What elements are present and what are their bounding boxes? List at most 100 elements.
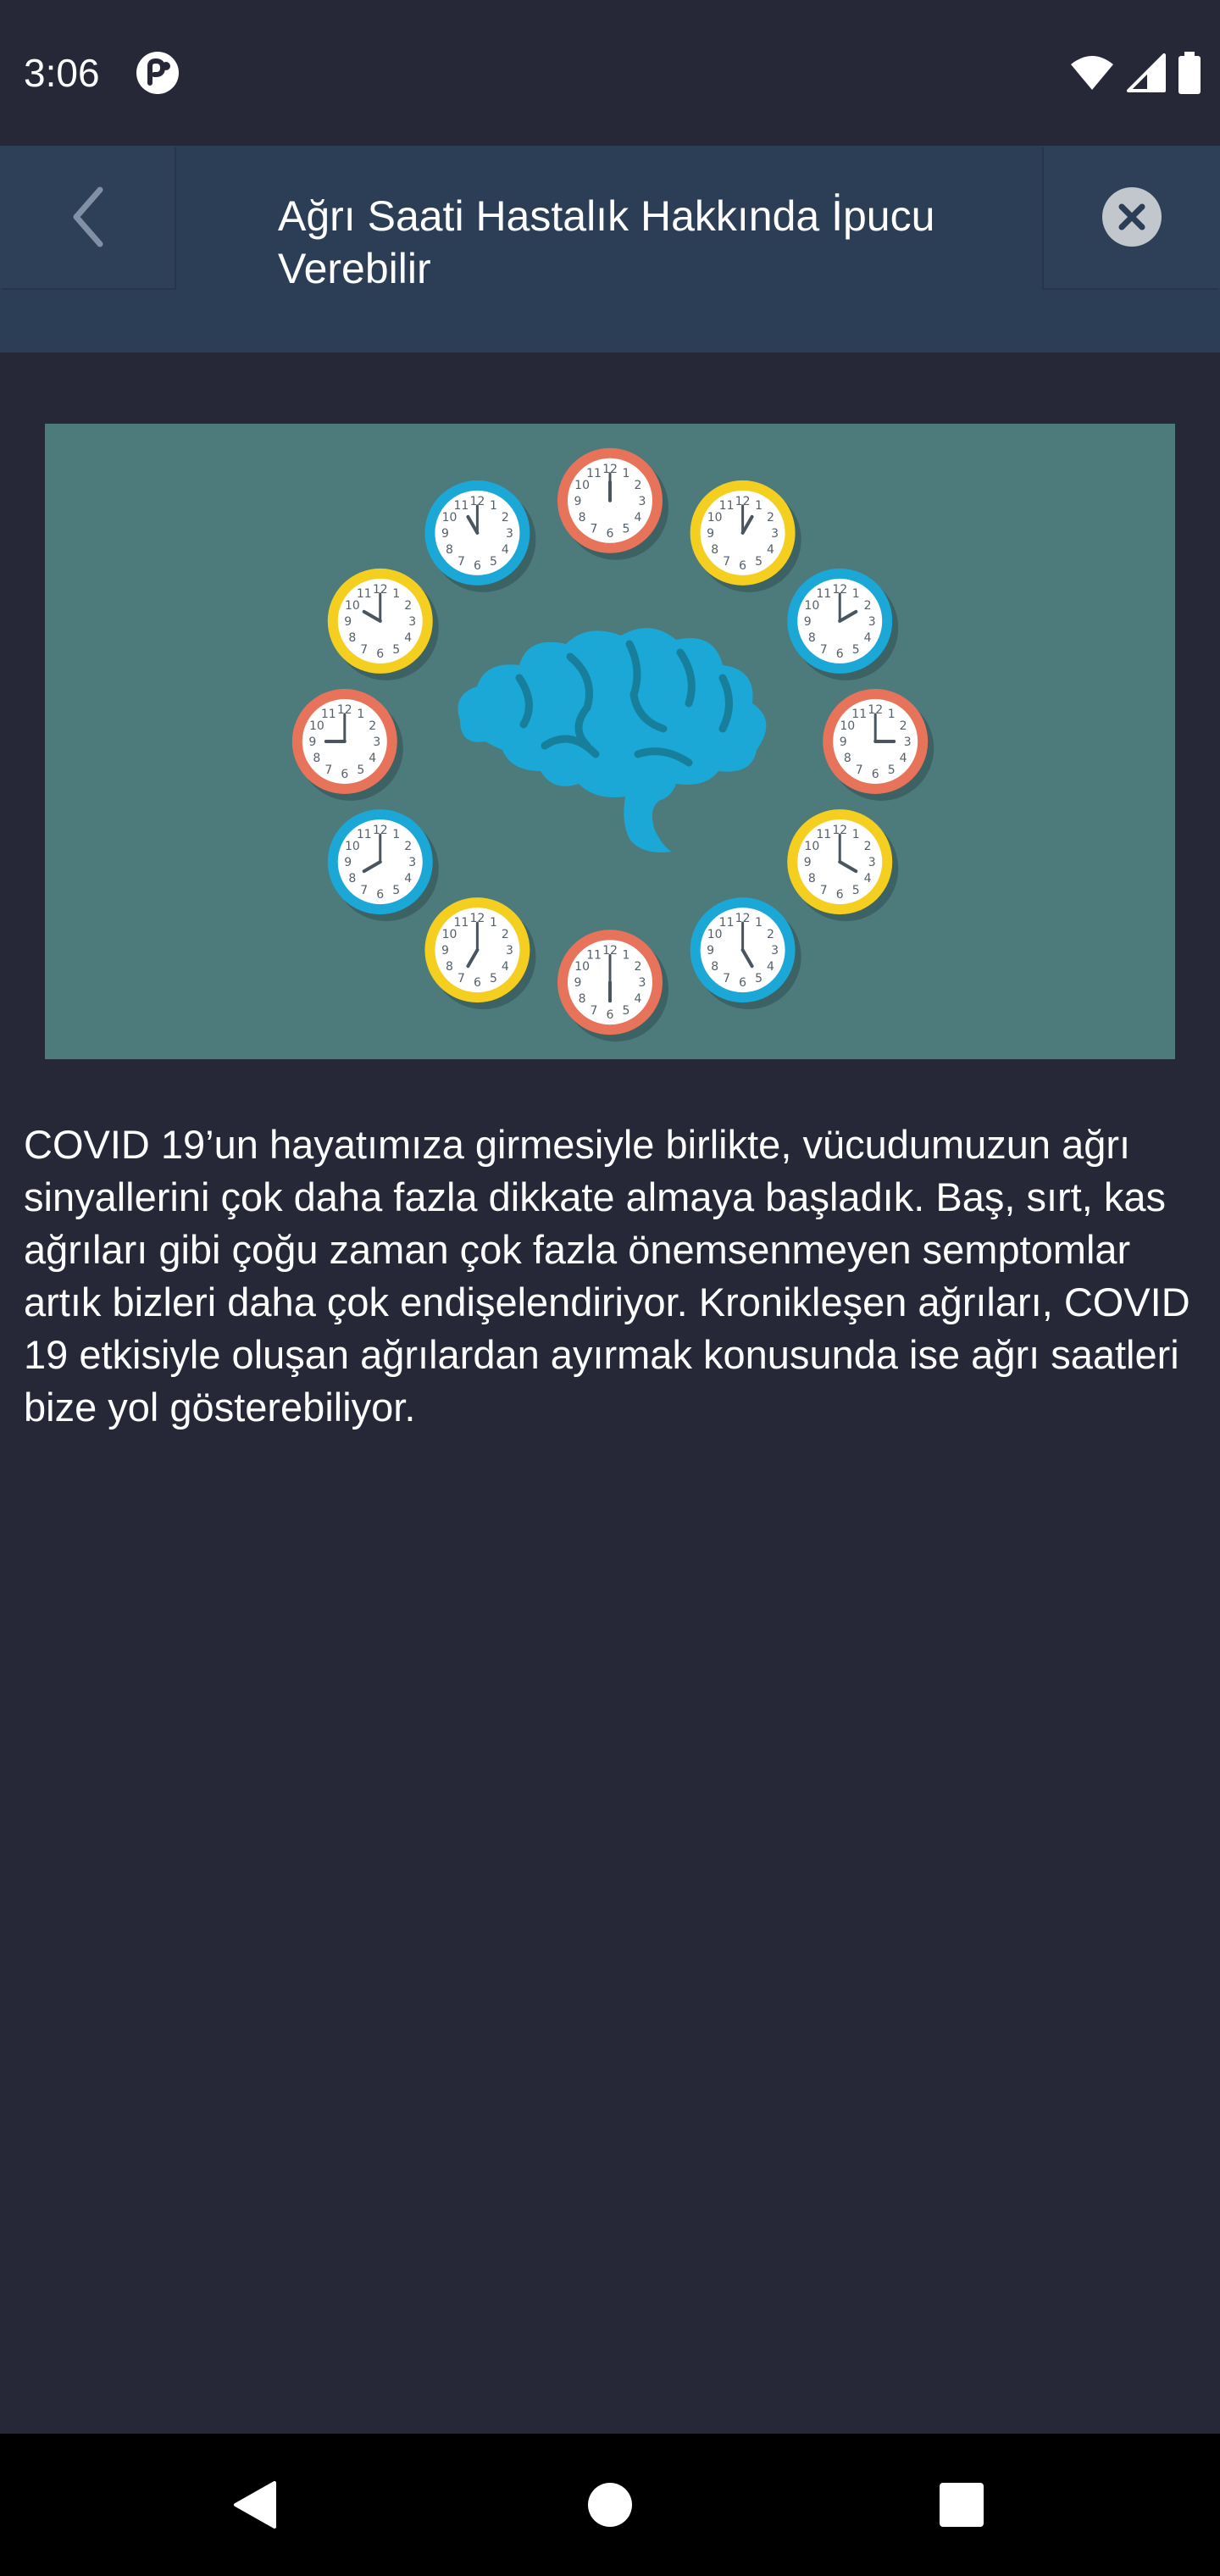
svg-text:7: 7 xyxy=(360,643,368,657)
svg-text:10: 10 xyxy=(707,928,723,941)
clock-icon: 12 1234567891011 xyxy=(690,897,801,1010)
clock-icon: 12 1234567891011 xyxy=(557,930,668,1042)
svg-text:9: 9 xyxy=(707,527,714,541)
svg-text:8: 8 xyxy=(808,631,816,645)
brain-icon xyxy=(458,628,767,852)
svg-text:1: 1 xyxy=(357,708,364,721)
wifi-icon xyxy=(1071,56,1113,90)
svg-text:11: 11 xyxy=(586,467,602,480)
svg-text:10: 10 xyxy=(804,599,819,613)
svg-text:1: 1 xyxy=(755,916,762,930)
svg-text:11: 11 xyxy=(357,828,372,841)
svg-text:6: 6 xyxy=(376,888,384,902)
svg-text:8: 8 xyxy=(348,872,356,886)
svg-text:2: 2 xyxy=(502,511,509,525)
svg-text:8: 8 xyxy=(579,992,586,1006)
svg-text:5: 5 xyxy=(755,972,762,985)
svg-text:6: 6 xyxy=(474,559,481,573)
svg-text:10: 10 xyxy=(574,479,590,492)
svg-text:2: 2 xyxy=(864,599,872,613)
svg-text:8: 8 xyxy=(808,872,816,886)
svg-text:10: 10 xyxy=(309,719,324,733)
svg-text:9: 9 xyxy=(574,976,582,990)
svg-text:2: 2 xyxy=(634,479,641,492)
svg-text:1: 1 xyxy=(852,587,860,601)
svg-text:9: 9 xyxy=(308,736,316,749)
svg-text:7: 7 xyxy=(324,763,332,777)
brain-with-clocks-illustration: 12 123456789101112 123456789101112 12345678… xyxy=(291,447,934,1042)
svg-text:4: 4 xyxy=(502,543,509,557)
svg-text:10: 10 xyxy=(574,960,590,974)
svg-text:9: 9 xyxy=(574,495,582,508)
svg-text:10: 10 xyxy=(804,840,819,853)
svg-text:9: 9 xyxy=(441,527,449,541)
clock-icon: 12 1234567891011 xyxy=(327,809,439,922)
status-bar: 3:06 xyxy=(0,0,1220,146)
clock-icon: 12 1234567891011 xyxy=(690,480,801,592)
svg-text:4: 4 xyxy=(369,752,376,765)
svg-text:8: 8 xyxy=(844,752,851,765)
svg-text:9: 9 xyxy=(840,736,847,749)
svg-text:3: 3 xyxy=(771,527,779,541)
svg-text:1: 1 xyxy=(755,499,762,513)
svg-text:1: 1 xyxy=(852,828,860,841)
nav-back-button[interactable] xyxy=(212,2462,297,2547)
svg-text:4: 4 xyxy=(502,960,509,974)
svg-text:8: 8 xyxy=(313,752,320,765)
svg-text:11: 11 xyxy=(816,587,831,601)
svg-text:4: 4 xyxy=(864,872,872,886)
svg-text:5: 5 xyxy=(392,884,400,897)
system-nav-bar xyxy=(0,2434,1220,2576)
close-button[interactable] xyxy=(1044,146,1220,288)
svg-text:3: 3 xyxy=(868,856,876,869)
svg-text:9: 9 xyxy=(804,856,812,869)
hero-image: 12 1 2 3 4 5 6 7 8 9 10 11 12 1 2 3 4 5 6 7 8 9 10 11 12 1 2 3 4 5 6 7 8… xyxy=(45,424,1175,1059)
svg-text:9: 9 xyxy=(804,615,812,629)
svg-text:2: 2 xyxy=(900,719,907,733)
svg-text:2: 2 xyxy=(502,928,509,941)
svg-text:3: 3 xyxy=(868,615,876,629)
svg-text:5: 5 xyxy=(623,523,630,536)
svg-text:4: 4 xyxy=(900,752,907,765)
svg-text:1: 1 xyxy=(623,467,630,480)
svg-text:3: 3 xyxy=(904,736,912,749)
back-button[interactable] xyxy=(0,146,175,288)
svg-text:4: 4 xyxy=(404,631,412,645)
svg-text:2: 2 xyxy=(767,511,774,525)
svg-text:1: 1 xyxy=(623,948,630,962)
svg-text:5: 5 xyxy=(392,643,400,657)
svg-text:11: 11 xyxy=(357,587,372,601)
svg-text:10: 10 xyxy=(442,928,458,941)
svg-text:3: 3 xyxy=(506,527,513,541)
svg-text:8: 8 xyxy=(711,543,718,557)
svg-text:3: 3 xyxy=(771,944,779,958)
clock-icon: 12 1234567891011 xyxy=(787,568,899,680)
svg-text:7: 7 xyxy=(458,555,465,569)
chevron-left-icon xyxy=(73,186,103,247)
svg-text:10: 10 xyxy=(345,599,360,613)
battery-icon xyxy=(1178,52,1201,94)
svg-text:2: 2 xyxy=(767,928,774,941)
svg-text:5: 5 xyxy=(623,1004,630,1018)
svg-text:7: 7 xyxy=(458,972,465,985)
nav-back-icon xyxy=(234,2481,276,2529)
svg-text:11: 11 xyxy=(816,828,831,841)
svg-text:10: 10 xyxy=(345,840,360,853)
svg-text:8: 8 xyxy=(711,960,718,974)
svg-text:7: 7 xyxy=(360,884,368,897)
svg-text:5: 5 xyxy=(490,555,497,569)
svg-text:6: 6 xyxy=(607,527,614,541)
nav-recents-button[interactable] xyxy=(919,2462,1004,2547)
nav-home-button[interactable] xyxy=(568,2462,652,2547)
svg-text:10: 10 xyxy=(442,511,458,525)
svg-text:5: 5 xyxy=(357,763,364,777)
svg-text:7: 7 xyxy=(856,763,863,777)
cellular-signal-icon xyxy=(1127,53,1166,92)
nav-home-icon xyxy=(588,2483,632,2527)
svg-text:2: 2 xyxy=(404,599,412,613)
svg-text:6: 6 xyxy=(739,976,746,990)
svg-text:9: 9 xyxy=(344,615,352,629)
svg-text:7: 7 xyxy=(820,884,828,897)
clock-icon: 12 1234567891011 xyxy=(291,689,403,801)
svg-text:11: 11 xyxy=(453,499,469,513)
